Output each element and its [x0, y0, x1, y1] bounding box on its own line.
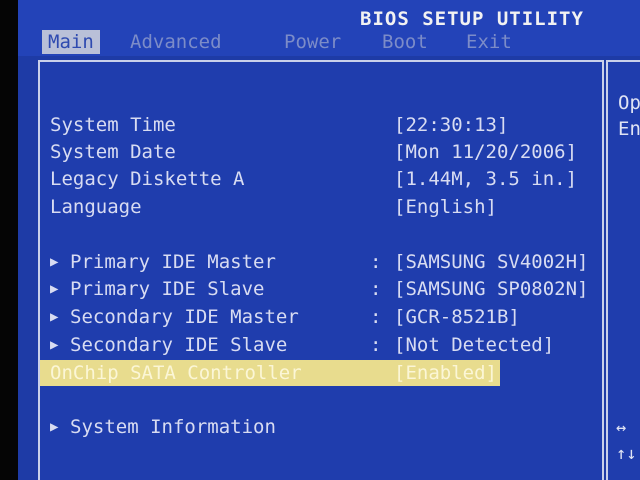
help-panel: Op En: [606, 60, 640, 480]
system-date-value[interactable]: [Mon 11/20/2006]: [394, 139, 577, 165]
title-bar: BIOS SETUP UTILITY Main Advanced Power B…: [18, 0, 640, 56]
help-text-line1: Op: [618, 92, 640, 114]
secondary-ide-slave-label: Secondary IDE Slave: [70, 334, 288, 356]
tab-advanced[interactable]: Advanced: [124, 30, 228, 54]
up-down-arrow-icon: ↑↓: [616, 444, 637, 464]
separator: :: [370, 278, 382, 300]
onchip-sata-row[interactable]: OnChip SATA Controller [Enabled]: [40, 360, 500, 386]
system-time-row[interactable]: System Time [22:30:13]: [50, 112, 590, 138]
help-text-line2: En: [618, 118, 640, 140]
system-information-label: System Information: [70, 416, 276, 438]
separator: :: [370, 306, 382, 328]
language-value[interactable]: [English]: [394, 194, 497, 220]
legacy-diskette-value[interactable]: [1.44M, 3.5 in.]: [394, 166, 577, 192]
submenu-arrow-icon: ▶: [50, 281, 59, 297]
submenu-arrow-icon: ▶: [50, 309, 59, 325]
bios-screen: BIOS SETUP UTILITY Main Advanced Power B…: [18, 0, 640, 480]
secondary-ide-master-row[interactable]: ▶ Secondary IDE Master : [GCR-8521B]: [50, 304, 590, 330]
secondary-ide-master-value: [GCR-8521B]: [394, 306, 520, 328]
tab-main[interactable]: Main: [42, 30, 100, 54]
tab-power[interactable]: Power: [278, 30, 347, 54]
main-settings-panel: System Time [22:30:13] System Date [Mon …: [38, 60, 604, 480]
primary-ide-master-label: Primary IDE Master: [70, 251, 276, 273]
submenu-arrow-icon: ▶: [50, 419, 59, 435]
legacy-diskette-row[interactable]: Legacy Diskette A [1.44M, 3.5 in.]: [50, 166, 590, 192]
submenu-arrow-icon: ▶: [50, 254, 59, 270]
language-label: Language: [50, 196, 142, 218]
left-right-arrow-icon: ↔: [616, 418, 627, 438]
primary-ide-slave-label: Primary IDE Slave: [70, 278, 265, 300]
primary-ide-master-value: [SAMSUNG SV4002H]: [394, 251, 589, 273]
app-title: BIOS SETUP UTILITY: [360, 8, 584, 30]
tab-boot[interactable]: Boot: [376, 30, 434, 54]
menu-bar: Main Advanced Power Boot Exit: [42, 30, 622, 56]
separator: :: [370, 251, 382, 273]
primary-ide-slave-row[interactable]: ▶ Primary IDE Slave : [SAMSUNG SP0802N]: [50, 276, 590, 302]
system-time-label: System Time: [50, 114, 176, 136]
onchip-sata-label: OnChip SATA Controller: [50, 362, 302, 384]
language-row[interactable]: Language [English]: [50, 194, 590, 220]
tab-exit[interactable]: Exit: [460, 30, 518, 54]
submenu-arrow-icon: ▶: [50, 337, 59, 353]
system-date-row[interactable]: System Date [Mon 11/20/2006]: [50, 139, 590, 165]
onchip-sata-value[interactable]: [Enabled]: [394, 360, 497, 386]
secondary-ide-master-label: Secondary IDE Master: [70, 306, 299, 328]
system-time-value[interactable]: [22:30:13]: [394, 112, 508, 138]
system-date-label: System Date: [50, 141, 176, 163]
separator: :: [370, 334, 382, 356]
legacy-diskette-label: Legacy Diskette A: [50, 168, 245, 190]
secondary-ide-slave-row[interactable]: ▶ Secondary IDE Slave : [Not Detected]: [50, 332, 590, 358]
primary-ide-slave-value: [SAMSUNG SP0802N]: [394, 278, 589, 300]
system-information-row[interactable]: ▶ System Information: [50, 414, 590, 440]
secondary-ide-slave-value: [Not Detected]: [394, 334, 555, 356]
primary-ide-master-row[interactable]: ▶ Primary IDE Master : [SAMSUNG SV4002H]: [50, 249, 590, 275]
